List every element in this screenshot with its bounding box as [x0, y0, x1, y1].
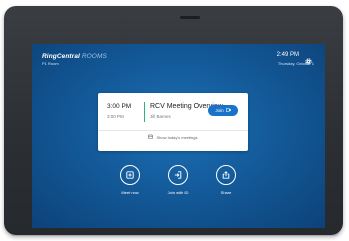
meeting-host: Jill Barnes	[150, 114, 171, 119]
share-upload-icon	[216, 165, 236, 185]
meet-now-label: Meet now	[121, 190, 139, 195]
clock-date: Thursday, October 1	[277, 61, 314, 66]
brand-logo: RingCentral ROOMS	[42, 53, 107, 60]
meeting-card[interactable]: 3:00 PM 3:00 PM RCV Meeting Overview Jil…	[98, 93, 248, 151]
enter-icon	[168, 165, 188, 185]
join-with-id-button[interactable]: Join with ID	[156, 165, 200, 195]
join-button[interactable]: Join	[208, 105, 238, 116]
room-screen: RingCentral ROOMS P1 Room 2:49 PM Thursd…	[32, 44, 325, 228]
share-button[interactable]: Share	[204, 165, 248, 195]
brand-suffix: ROOMS	[81, 53, 107, 60]
card-divider	[98, 130, 248, 131]
plus-square-icon	[120, 165, 140, 185]
show-meetings-label: Show today's meetings	[156, 134, 198, 140]
join-button-label: Join	[215, 108, 224, 113]
video-camera-icon	[225, 108, 231, 113]
meeting-end-time: 3:00 PM	[107, 114, 124, 119]
room-name: P1 Room	[42, 61, 59, 66]
gear-icon[interactable]	[305, 52, 312, 65]
meeting-status-divider	[144, 102, 145, 122]
calendar-icon	[148, 134, 154, 140]
share-label: Share	[220, 190, 232, 195]
meeting-start-time: 3:00 PM	[107, 103, 132, 110]
brand-name: RingCentral	[42, 53, 80, 60]
meet-now-button[interactable]: Meet now	[108, 165, 152, 195]
device-bezel: RingCentral ROOMS P1 Room 2:49 PM Thursd…	[4, 6, 343, 235]
camera-bar	[180, 16, 200, 19]
clock-time: 2:49 PM	[276, 52, 299, 58]
show-meetings-link[interactable]: Show today's meetings	[98, 134, 248, 140]
join-with-id-label: Join with ID	[167, 190, 189, 195]
